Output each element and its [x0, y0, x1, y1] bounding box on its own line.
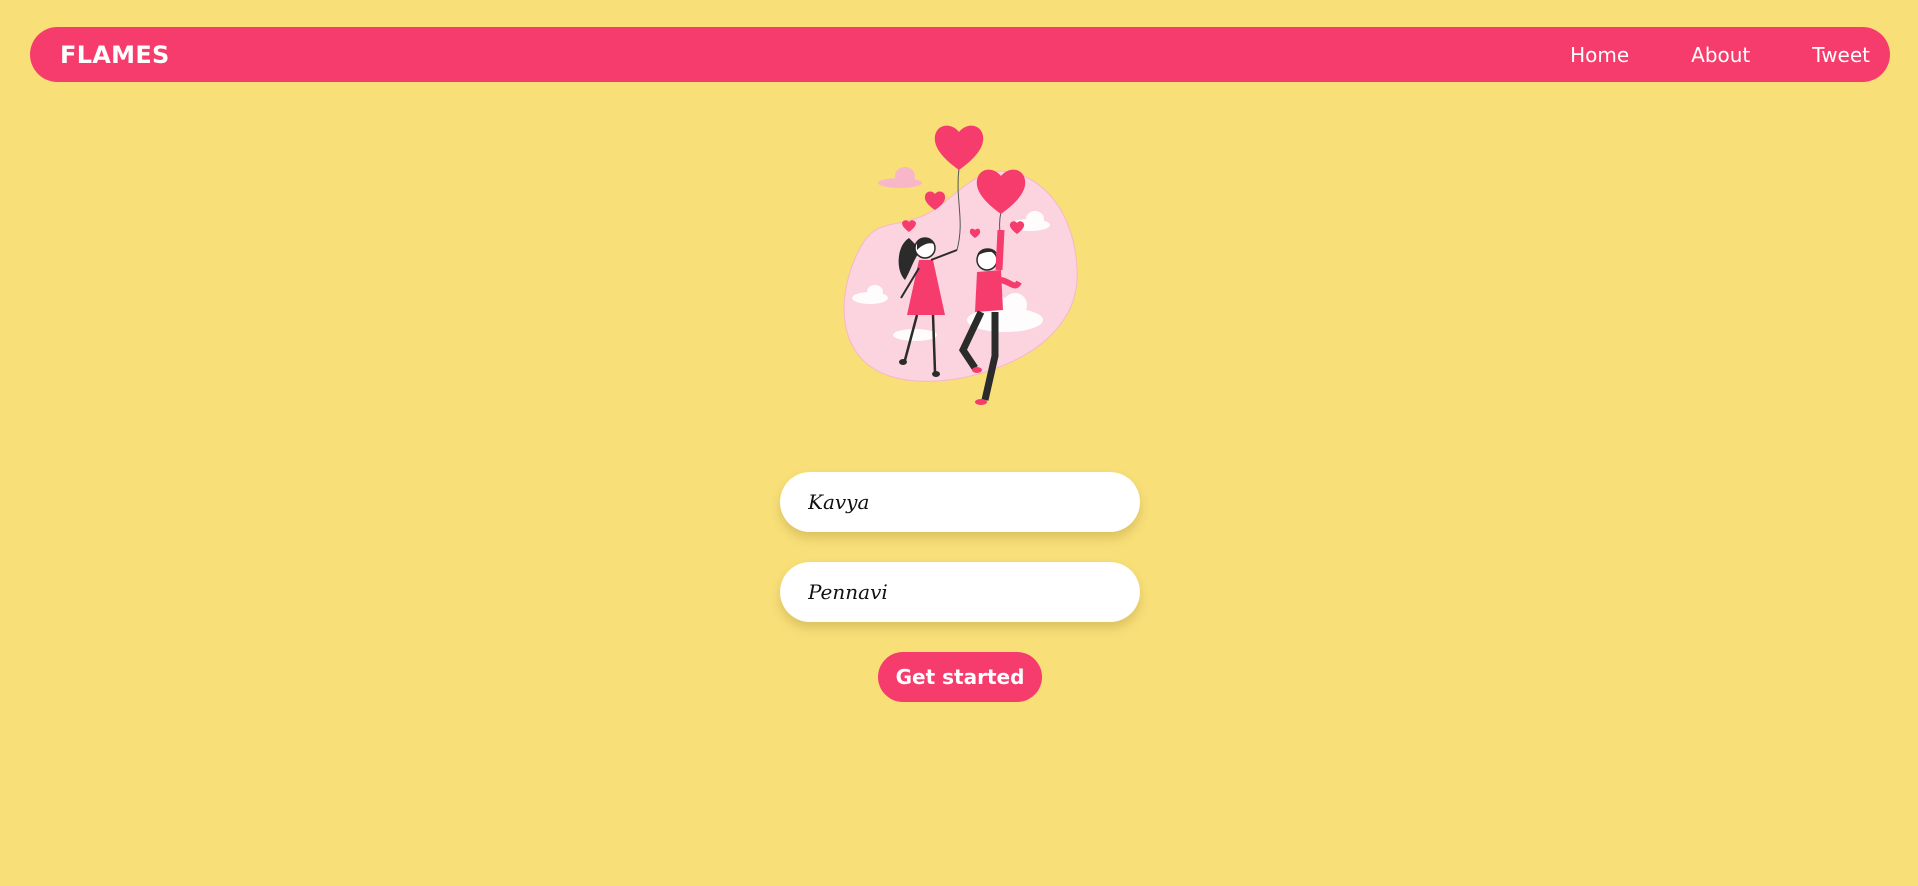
- nav-link-about[interactable]: About: [1691, 43, 1750, 67]
- heart-balloon-large: [934, 125, 984, 170]
- get-started-button[interactable]: Get started: [878, 652, 1042, 702]
- pink-cloud: [878, 167, 922, 188]
- nav-links: Home About Tweet: [1508, 43, 1870, 67]
- brand-logo[interactable]: FLAMES: [60, 41, 170, 69]
- nav-link-home[interactable]: Home: [1570, 43, 1629, 67]
- top-navbar: FLAMES Home About Tweet: [30, 27, 1890, 82]
- second-name-input[interactable]: [780, 562, 1140, 622]
- nav-link-tweet[interactable]: Tweet: [1812, 43, 1870, 67]
- couple-balloons-illustration: [843, 125, 1078, 405]
- first-name-input[interactable]: [780, 472, 1140, 532]
